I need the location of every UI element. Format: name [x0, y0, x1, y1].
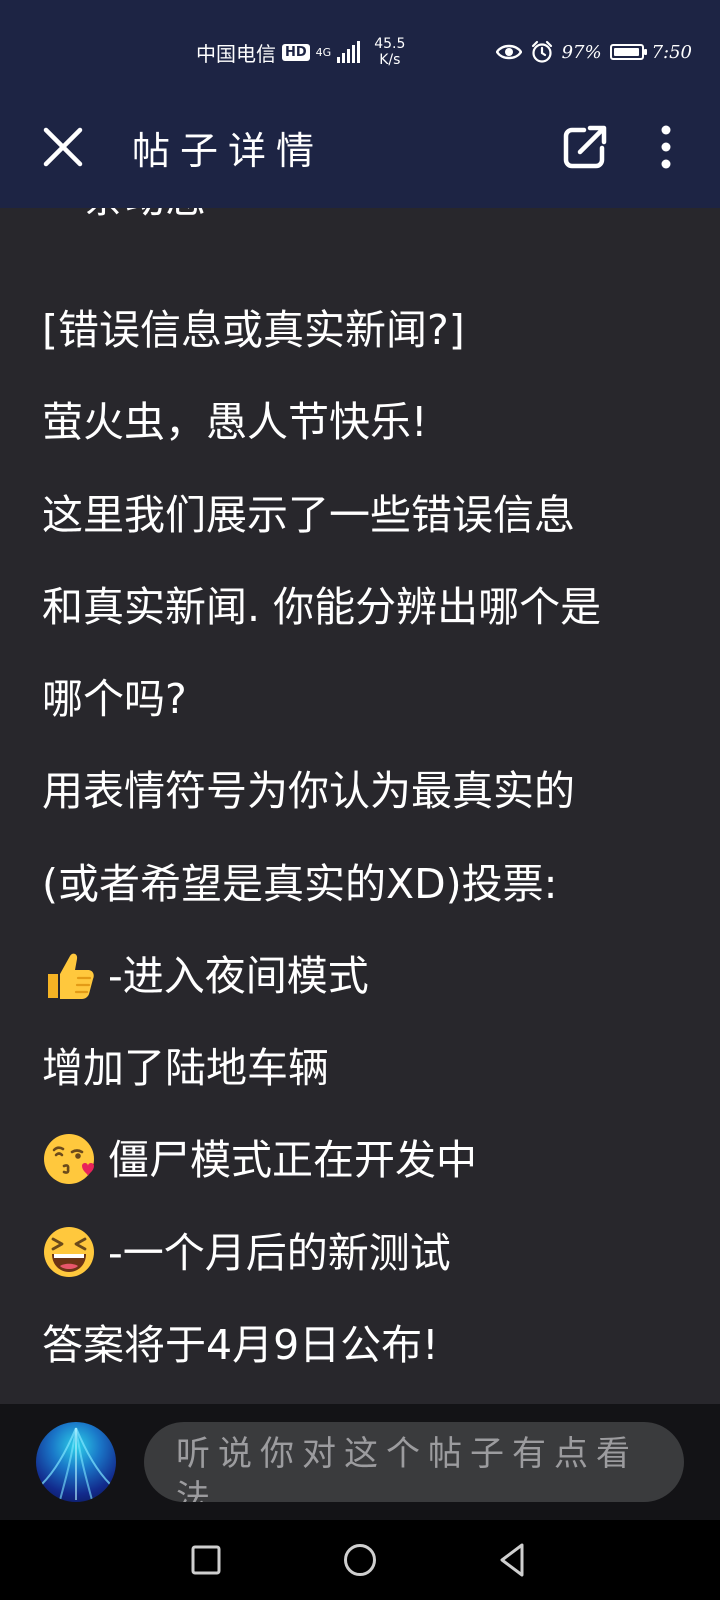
- close-button[interactable]: [38, 122, 88, 172]
- net-speed: 45.5 K/s: [374, 36, 405, 68]
- battery-fill: [613, 48, 639, 56]
- post-line: 这里我们展示了一些错误信息: [42, 491, 575, 539]
- back-icon: [500, 1543, 524, 1577]
- alarm-icon: [531, 40, 552, 63]
- avatar[interactable]: [36, 1422, 116, 1502]
- recent-apps-icon: [191, 1545, 221, 1575]
- battery-percent: 97%: [561, 41, 602, 63]
- grinning-squinting-emoji: [44, 1227, 94, 1277]
- carrier-name: 中国电信: [196, 41, 276, 66]
- comment-bar: 听说你对这个帖子有点看法: [0, 1404, 720, 1520]
- network-type-label: 4G: [315, 45, 332, 59]
- more-options-button[interactable]: [646, 122, 686, 172]
- thumbs-up-emoji: [48, 953, 94, 999]
- post-partial-line: 一条动态: [42, 208, 206, 226]
- post-vote-line: 僵尸模式正在开发中: [42, 1132, 477, 1190]
- system-nav-bar: [0, 1520, 720, 1600]
- comment-placeholder: 听说你对这个帖子有点看法: [176, 1434, 638, 1502]
- hd-icon: HD: [282, 43, 310, 61]
- share-button[interactable]: [560, 122, 610, 172]
- post-line: 增加了陆地车辆: [42, 1044, 329, 1092]
- net-speed-value: 45.5: [374, 36, 406, 52]
- post-content: 一条动态 [错误信息或真实新闻?] 萤火虫，愚人节快乐! 这里我们展示了一些错误…: [0, 208, 720, 1404]
- network-type: 4G: [316, 47, 332, 58]
- back-button[interactable]: [492, 1540, 532, 1580]
- kissing-heart-emoji: [44, 1134, 94, 1184]
- more-vertical-icon: [661, 125, 671, 169]
- post-line: [错误信息或真实新闻?]: [42, 306, 465, 354]
- post-line: 答案将于4月9日公布!: [42, 1321, 439, 1369]
- eye-icon: [495, 44, 522, 60]
- screen: 中国电信 HD 4G 45.5 K/s 97% 7:50 帖子详情 [错误信息或…: [0, 0, 720, 1600]
- clock: 7:50: [651, 41, 692, 63]
- post-vote-line: -一个月后的新测试: [42, 1225, 451, 1283]
- app-bar: 帖子详情: [0, 100, 720, 208]
- close-icon: [43, 127, 83, 167]
- post-line: 用表情符号为你认为最真实的: [42, 767, 575, 815]
- post-line: -一个月后的新测试: [108, 1229, 451, 1277]
- post-line: 和真实新闻. 你能分辨出哪个是: [42, 583, 602, 631]
- post-line: 萤火虫，愚人节快乐!: [42, 398, 428, 446]
- home-button[interactable]: [340, 1540, 380, 1580]
- battery-icon: [609, 44, 647, 60]
- post-line: 僵尸模式正在开发中: [108, 1136, 477, 1184]
- post-line: -进入夜间模式: [108, 952, 369, 1000]
- share-icon: [563, 125, 607, 169]
- post-line: (或者希望是真实的XD)投票:: [42, 860, 558, 908]
- home-icon: [344, 1544, 376, 1576]
- net-speed-unit: K/s: [379, 52, 401, 68]
- post-vote-line: -进入夜间模式: [42, 948, 369, 1006]
- page-title: 帖子详情: [132, 129, 325, 173]
- status-bar: 中国电信 HD 4G 45.5 K/s 97% 7:50: [0, 0, 720, 100]
- status-network-info: 中国电信 HD 4G 45.5 K/s: [196, 36, 405, 68]
- status-system-info: 97% 7:50: [495, 40, 692, 64]
- avatar-image: [41, 1427, 111, 1501]
- comment-input[interactable]: 听说你对这个帖子有点看法: [144, 1422, 684, 1502]
- post-line: 哪个吗?: [42, 675, 187, 723]
- recent-apps-button[interactable]: [186, 1540, 226, 1580]
- signal-icon: [337, 41, 361, 63]
